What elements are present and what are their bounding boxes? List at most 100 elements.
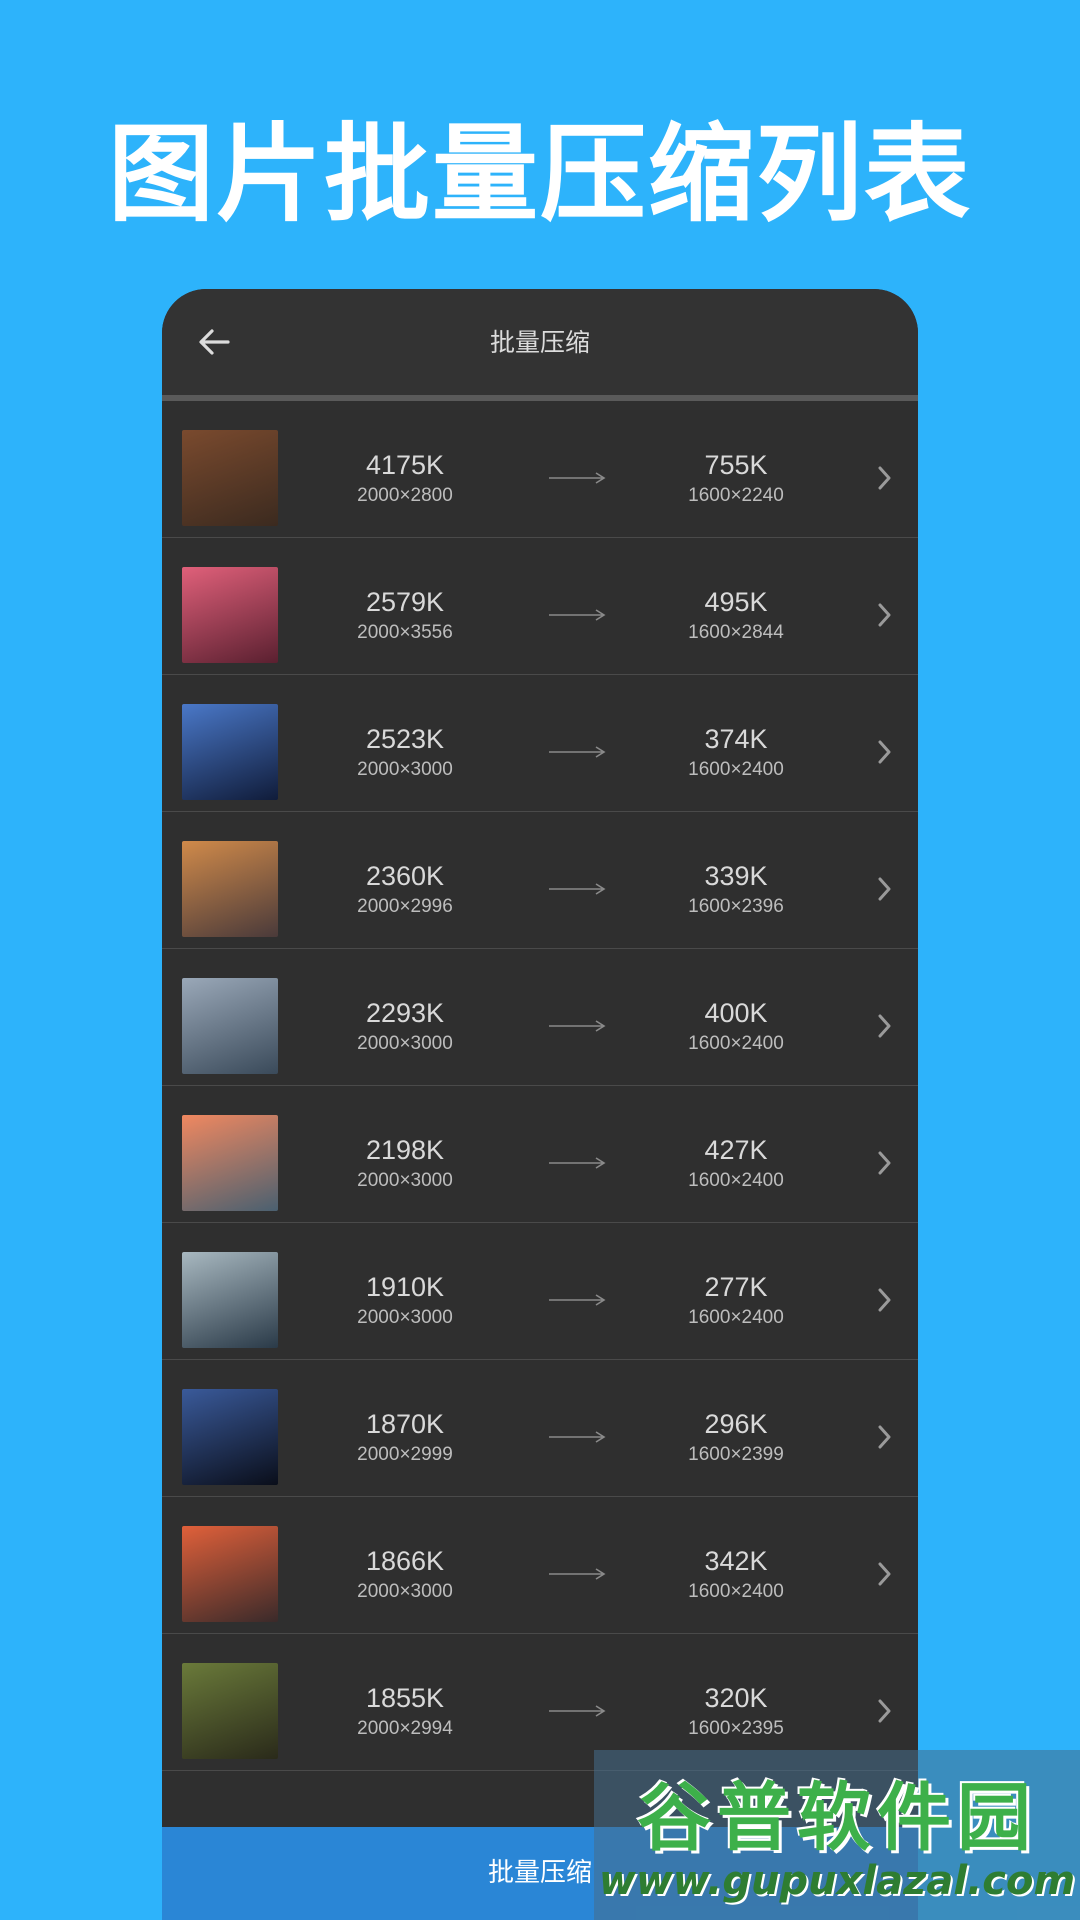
compressed-info: 755K 1600×2240 xyxy=(646,449,826,509)
compressed-info: 374K 1600×2400 xyxy=(646,723,826,783)
list-item[interactable]: 2293K 2000×3000 400K 1600×2400 xyxy=(162,949,918,1086)
arrow-right-icon xyxy=(547,745,607,759)
compressed-dimensions: 1600×2399 xyxy=(688,1444,784,1465)
image-thumbnail xyxy=(182,704,278,800)
compressed-size: 374K xyxy=(704,724,768,754)
compressed-size: 277K xyxy=(704,1272,768,1302)
compressed-size: 755K xyxy=(704,450,768,480)
compressed-info: 320K 1600×2395 xyxy=(646,1682,826,1742)
phone-screen: 批量压缩 4175K 2000×2800 755K 1600×2240 2579K 200… xyxy=(162,289,918,1920)
original-info: 1910K 2000×3000 xyxy=(315,1271,495,1331)
compressed-size: 495K xyxy=(704,587,768,617)
original-dimensions: 2000×2994 xyxy=(357,1718,453,1739)
image-thumbnail xyxy=(182,567,278,663)
app-bar: 批量压缩 xyxy=(162,289,918,395)
original-info: 2579K 2000×3556 xyxy=(315,586,495,646)
arrow-right-icon xyxy=(547,471,607,485)
original-dimensions: 2000×2999 xyxy=(357,1444,453,1465)
list-item[interactable]: 2579K 2000×3556 495K 1600×2844 xyxy=(162,538,918,675)
list-item[interactable]: 2523K 2000×3000 374K 1600×2400 xyxy=(162,675,918,812)
image-thumbnail xyxy=(182,1526,278,1622)
compressed-info: 495K 1600×2844 xyxy=(646,586,826,646)
chevron-right-icon xyxy=(876,600,894,630)
image-thumbnail xyxy=(182,841,278,937)
original-info: 2293K 2000×3000 xyxy=(315,997,495,1057)
image-list: 4175K 2000×2800 755K 1600×2240 2579K 2000×355… xyxy=(162,401,918,1771)
arrow-right-icon xyxy=(547,1430,607,1444)
chevron-right-icon xyxy=(876,463,894,493)
original-dimensions: 2000×2996 xyxy=(357,896,453,917)
watermark: 谷普软件园 www.gupuxlazal.com xyxy=(594,1750,1080,1920)
compressed-dimensions: 1600×2400 xyxy=(688,759,784,780)
image-thumbnail xyxy=(182,1663,278,1759)
list-item[interactable]: 4175K 2000×2800 755K 1600×2240 xyxy=(162,401,918,538)
original-size: 1855K xyxy=(365,1683,445,1713)
list-item[interactable]: 1910K 2000×3000 277K 1600×2400 xyxy=(162,1223,918,1360)
arrow-right-icon xyxy=(547,1019,607,1033)
app-bar-title: 批量压缩 xyxy=(489,328,590,357)
compressed-dimensions: 1600×2396 xyxy=(688,896,784,917)
original-dimensions: 2000×3000 xyxy=(357,1170,453,1191)
chevron-right-icon xyxy=(876,1696,894,1726)
original-info: 2360K 2000×2996 xyxy=(315,860,495,920)
compressed-info: 427K 1600×2400 xyxy=(646,1134,826,1194)
original-info: 2523K 2000×3000 xyxy=(315,723,495,783)
compressed-size: 339K xyxy=(704,861,768,891)
compressed-info: 339K 1600×2396 xyxy=(646,860,826,920)
compressed-info: 342K 1600×2400 xyxy=(646,1545,826,1605)
chevron-right-icon xyxy=(876,1422,894,1452)
arrow-right-icon xyxy=(547,1293,607,1307)
compressed-dimensions: 1600×2400 xyxy=(688,1170,784,1191)
chevron-right-icon xyxy=(876,1559,894,1589)
chevron-right-icon xyxy=(876,1148,894,1178)
original-dimensions: 2000×3000 xyxy=(357,1033,453,1054)
original-info: 2198K 2000×3000 xyxy=(315,1134,495,1194)
watermark-url: www.gupuxlazal.com xyxy=(598,1858,1076,1904)
compressed-dimensions: 1600×2400 xyxy=(688,1033,784,1054)
hero-title: 图片批量压缩列表 xyxy=(108,113,972,236)
compressed-size: 427K xyxy=(704,1135,768,1165)
compressed-size: 296K xyxy=(704,1409,768,1439)
arrow-right-icon xyxy=(547,1156,607,1170)
compressed-dimensions: 1600×2395 xyxy=(688,1718,784,1739)
original-size: 2360K xyxy=(365,861,445,891)
chevron-right-icon xyxy=(876,874,894,904)
original-size: 1870K xyxy=(365,1409,445,1439)
image-thumbnail xyxy=(182,430,278,526)
original-dimensions: 2000×3000 xyxy=(357,1581,453,1602)
original-info: 4175K 2000×2800 xyxy=(315,449,495,509)
compressed-size: 320K xyxy=(704,1683,768,1713)
compressed-size: 342K xyxy=(704,1546,768,1576)
image-thumbnail xyxy=(182,1389,278,1485)
original-dimensions: 2000×3556 xyxy=(357,622,453,643)
arrow-right-icon xyxy=(547,1704,607,1718)
image-thumbnail xyxy=(182,1115,278,1211)
original-dimensions: 2000×3000 xyxy=(357,759,453,780)
list-item[interactable]: 2360K 2000×2996 339K 1600×2396 xyxy=(162,812,918,949)
compressed-info: 277K 1600×2400 xyxy=(646,1271,826,1331)
original-dimensions: 2000×2800 xyxy=(357,485,453,506)
image-thumbnail xyxy=(182,1252,278,1348)
original-size: 2523K xyxy=(365,724,445,754)
watermark-logo: 谷普软件园 xyxy=(637,1775,1037,1861)
original-size: 2293K xyxy=(365,998,445,1028)
compressed-dimensions: 1600×2400 xyxy=(688,1307,784,1328)
compressed-size: 400K xyxy=(704,998,768,1028)
chevron-right-icon xyxy=(876,1011,894,1041)
original-size: 2579K xyxy=(365,587,445,617)
compressed-dimensions: 1600×2240 xyxy=(688,485,784,506)
chevron-right-icon xyxy=(876,737,894,767)
compressed-info: 296K 1600×2399 xyxy=(646,1408,826,1468)
original-size: 1866K xyxy=(365,1546,445,1576)
original-dimensions: 2000×3000 xyxy=(357,1307,453,1328)
compressed-info: 400K 1600×2400 xyxy=(646,997,826,1057)
original-info: 1870K 2000×2999 xyxy=(315,1408,495,1468)
list-item[interactable]: 2198K 2000×3000 427K 1600×2400 xyxy=(162,1086,918,1223)
list-item[interactable]: 1866K 2000×3000 342K 1600×2400 xyxy=(162,1497,918,1634)
arrow-right-icon xyxy=(547,882,607,896)
original-size: 1910K xyxy=(365,1272,445,1302)
compressed-dimensions: 1600×2400 xyxy=(688,1581,784,1602)
original-info: 1866K 2000×3000 xyxy=(315,1545,495,1605)
original-info: 1855K 2000×2994 xyxy=(315,1682,495,1742)
list-item[interactable]: 1870K 2000×2999 296K 1600×2399 xyxy=(162,1360,918,1497)
